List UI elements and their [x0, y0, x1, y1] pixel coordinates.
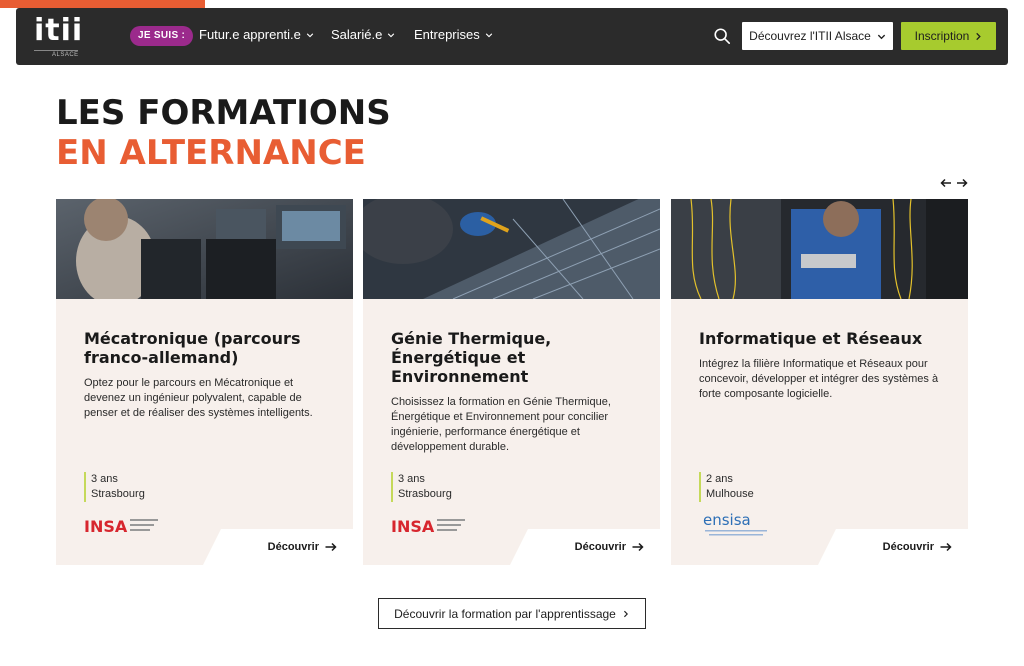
card-title: Mécatronique (parcours franco-allemand) [84, 329, 301, 367]
top-accent-bar [0, 0, 205, 8]
card-duration: 2 ans [706, 473, 733, 485]
arrow-right-icon [325, 542, 337, 552]
chevron-down-icon [485, 32, 492, 37]
discover-link-label: Découvrir [267, 541, 319, 553]
inscription-label: Inscription [914, 29, 970, 43]
chevron-down-icon [877, 34, 885, 39]
ensisa-logo: ensisa [699, 509, 779, 536]
card-title: Génie Thermique, Énergétique et Environn… [391, 329, 552, 386]
card-image [56, 199, 353, 299]
card-city: Strasbourg [91, 488, 145, 500]
card-description: Intégrez la filière Informatique et Rése… [699, 358, 939, 400]
card-city: Mulhouse [706, 488, 754, 500]
card-description: Choisissez la formation en Génie Thermiq… [391, 396, 611, 453]
discover-link[interactable]: Découvrir [883, 541, 952, 553]
chevron-down-icon [388, 32, 395, 37]
nav-item-salarie[interactable]: Salarié.e [331, 27, 395, 42]
formation-card-informatique: Informatique et Réseaux Intégrez la fili… [671, 199, 968, 565]
insa-logo: INSA [391, 515, 471, 537]
discover-apprenticeship-button[interactable]: Découvrir la formation par l'apprentissa… [378, 598, 646, 629]
carousel-arrows [940, 176, 968, 188]
section-title-line2: EN ALTERNANCE [56, 133, 366, 173]
arrow-left-icon[interactable] [940, 176, 952, 188]
discover-label: Découvrez l'ITII Alsace [749, 29, 871, 43]
nav-item-label: Salarié.e [331, 27, 383, 42]
formation-card-genie-thermique: Génie Thermique, Énergétique et Environn… [363, 199, 660, 565]
logo-underline [34, 50, 78, 51]
arrow-right-icon [632, 542, 644, 552]
card-duration: 3 ans [91, 473, 118, 485]
discover-link-label: Découvrir [882, 541, 934, 553]
section-title: LES FORMATIONS EN ALTERNANCE [56, 93, 391, 173]
logo-text: itii [34, 13, 84, 48]
discover-link[interactable]: Découvrir [575, 541, 644, 553]
nav-item-label: Entreprises [414, 27, 480, 42]
card-description: Optez pour le parcours en Mécatronique e… [84, 377, 313, 419]
nav-item-futur-apprenti[interactable]: Futur.e apprenti.e [199, 27, 314, 42]
je-suis-badge: JE SUIS : [130, 26, 194, 46]
logo-subtext: ALSACE [52, 52, 79, 58]
section-title-line1: LES FORMATIONS [56, 93, 391, 133]
discover-itii-dropdown[interactable]: Découvrez l'ITII Alsace [742, 22, 893, 50]
arrow-right-icon [940, 542, 952, 552]
svg-text:INSA: INSA [84, 517, 128, 536]
card-city: Strasbourg [398, 488, 452, 500]
insa-logo: INSA [84, 515, 164, 537]
card-image [671, 199, 968, 299]
nav-item-label: Futur.e apprenti.e [199, 27, 301, 42]
card-meta: 3 ans Strasbourg [84, 472, 145, 502]
card-image [363, 199, 660, 299]
arrow-right-icon[interactable] [956, 176, 968, 188]
main-navbar: itii ALSACE JE SUIS : Futur.e apprenti.e… [16, 8, 1008, 65]
card-title: Informatique et Réseaux [699, 329, 923, 348]
discover-link[interactable]: Découvrir [268, 541, 337, 553]
card-duration: 3 ans [398, 473, 425, 485]
search-icon[interactable] [713, 27, 731, 45]
formation-card-mecatronique: Mécatronique (parcours franco-allemand) … [56, 199, 353, 565]
chevron-down-icon [306, 32, 314, 37]
svg-text:INSA: INSA [391, 517, 435, 536]
svg-text:ensisa: ensisa [703, 511, 751, 529]
nav-item-entreprises[interactable]: Entreprises [414, 27, 493, 42]
itii-logo[interactable]: itii ALSACE [34, 14, 92, 62]
discover-apprenticeship-label: Découvrir la formation par l'apprentissa… [394, 606, 616, 621]
card-meta: 3 ans Strasbourg [391, 472, 452, 502]
inscription-button[interactable]: Inscription [901, 22, 996, 50]
chevron-right-icon [976, 32, 982, 40]
chevron-right-icon [623, 610, 628, 617]
discover-link-label: Découvrir [574, 541, 626, 553]
card-meta: 2 ans Mulhouse [699, 472, 754, 502]
